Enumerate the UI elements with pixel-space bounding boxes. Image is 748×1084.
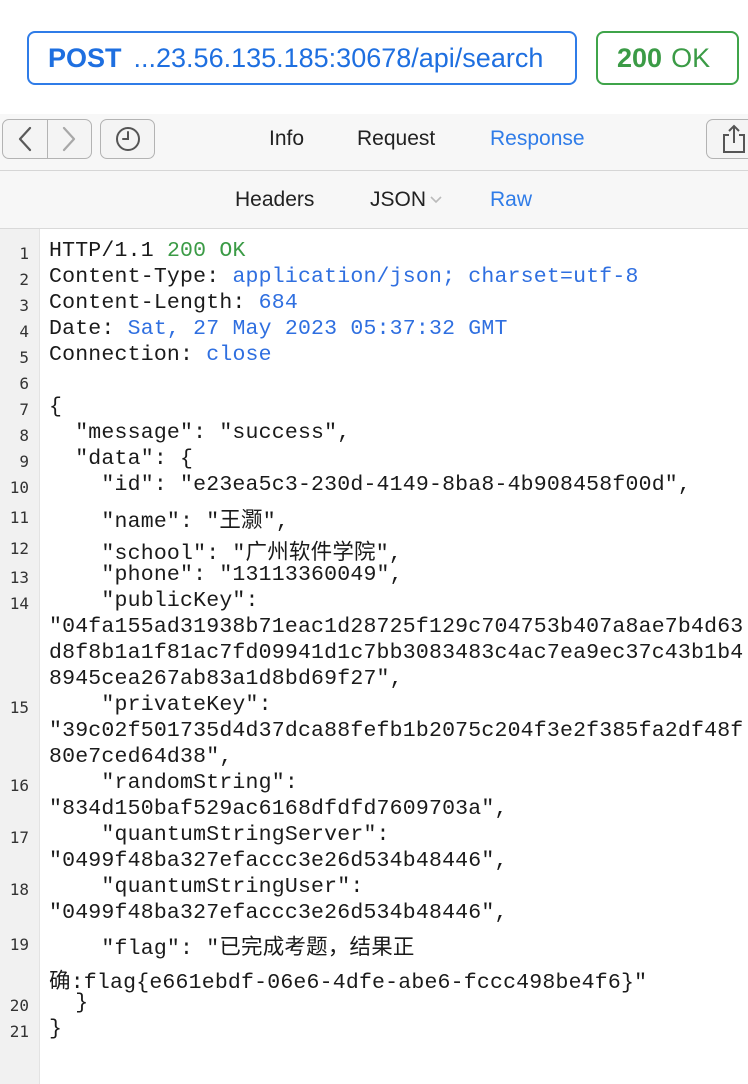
body-line: 80e7ced64d38", [49, 745, 233, 769]
line-number: 19 [9, 935, 29, 954]
header-key: Connection: [49, 343, 194, 367]
header-value: application/json; charset=utf-8 [232, 265, 639, 289]
response-status-text: OK [219, 239, 246, 263]
tab-json[interactable]: JSON [370, 188, 443, 212]
line-number: 5 [19, 348, 29, 367]
history-button[interactable] [100, 119, 155, 159]
body-line: "04fa155ad31938b71eac1d28725f129c704753b… [49, 615, 744, 639]
request-url: ...23.56.135.185:30678/api/search [133, 42, 544, 73]
line-number: 11 [9, 508, 29, 527]
response-status-code: 200 [166, 239, 207, 263]
body-line: "phone": "13113360049", [49, 563, 403, 587]
body-line: "name": "王灏", [49, 510, 289, 534]
header-date: Date: Sat, 27 May 2023 05:37:32 GMT [49, 317, 508, 341]
line-number: 15 [9, 698, 29, 717]
body-line: "privateKey": [49, 693, 272, 717]
protocol-version: HTTP/1.1 [49, 239, 154, 263]
line-number: 21 [9, 1022, 29, 1041]
header-key: Content-Type: [49, 265, 220, 289]
line-number: 17 [9, 828, 29, 847]
body-line: "school": "广州软件学院", [49, 542, 402, 566]
header-value: close [206, 343, 272, 367]
line-number: 6 [19, 374, 29, 393]
body-line: "quantumStringUser": [49, 875, 364, 899]
body-line: 确:flag{e661ebdf-06e6-4dfe-abe6-fccc498be… [49, 971, 648, 995]
line-number: 4 [19, 322, 29, 341]
header-value: Sat, 27 May 2023 05:37:32 GMT [127, 317, 508, 341]
line-number: 9 [19, 452, 29, 471]
header-content-type: Content-Type: application/json; charset=… [49, 265, 639, 289]
line-number: 8 [19, 426, 29, 445]
body-line: } [49, 1017, 63, 1041]
url-field[interactable]: POST ...23.56.135.185:30678/api/search [27, 31, 577, 85]
header-connection: Connection: close [49, 343, 272, 367]
tab-json-label: JSON [370, 188, 427, 211]
body-line: { [49, 395, 63, 419]
http-method: POST [48, 42, 122, 73]
line-number: 1 [19, 244, 29, 263]
clock-icon [115, 127, 140, 151]
status-text: OK [671, 42, 711, 73]
status-code: 200 [617, 42, 663, 73]
header-key: Date: [49, 317, 115, 341]
request-bar: POST ...23.56.135.185:30678/api/search 2… [0, 0, 748, 114]
body-line: "39c02f501735d4d37dca88fefb1b2075c204f3e… [49, 719, 744, 743]
back-button[interactable] [3, 120, 47, 158]
header-value: 684 [258, 291, 298, 315]
body-line: "0499f48ba327efaccc3e26d534b48446", [49, 901, 508, 925]
line-number: 16 [9, 776, 29, 795]
body-line: "0499f48ba327efaccc3e26d534b48446", [49, 849, 508, 873]
tab-response[interactable]: Response [490, 127, 585, 151]
line-number: 7 [19, 400, 29, 419]
body-line: "data": { [49, 447, 194, 471]
line-number: 10 [9, 478, 29, 497]
body-line: "flag": "已完成考题，结果正 [49, 937, 415, 961]
body-line: "id": "e23ea5c3-230d-4149-8ba8-4b908458f… [49, 473, 692, 497]
body-line: "publicKey": [49, 589, 259, 613]
line-number: 12 [9, 539, 29, 558]
body-line: d8f8b1a1f81ac7fd09941d1c7bb3083483c4ac7e… [49, 641, 744, 665]
status-badge[interactable]: 200 OK [596, 31, 739, 85]
body-line: 8945cea267ab83a1d8bd69f27", [49, 667, 403, 691]
forward-button[interactable] [46, 120, 92, 158]
body-line: "randomString": [49, 771, 298, 795]
tab-request[interactable]: Request [357, 127, 435, 151]
share-button[interactable] [706, 119, 748, 159]
share-icon [723, 124, 745, 153]
line-number: 14 [9, 594, 29, 613]
line-number: 20 [9, 996, 29, 1015]
tab-info[interactable]: Info [269, 127, 304, 151]
body-line: "quantumStringServer": [49, 823, 390, 847]
view-mode-bar: Headers JSON Raw [0, 171, 748, 229]
line-number: 2 [19, 270, 29, 289]
body-line: "message": "success", [49, 421, 351, 445]
chevron-down-icon [430, 196, 442, 204]
tab-raw[interactable]: Raw [490, 188, 532, 212]
line-number: 3 [19, 296, 29, 315]
tab-headers[interactable]: Headers [235, 188, 314, 212]
nav-buttons [2, 119, 92, 159]
response-raw-view[interactable]: 1 2 3 4 5 6 7 8 9 10 11 12 13 14 15 16 1… [0, 229, 748, 1084]
header-key: Content-Length: [49, 291, 246, 315]
line-number: 18 [9, 880, 29, 899]
status-line: HTTP/1.1 200 OK [49, 239, 246, 263]
body-line: "834d150baf529ac6168dfdfd7609703a", [49, 797, 508, 821]
body-line: } [49, 991, 89, 1015]
header-content-length: Content-Length: 684 [49, 291, 298, 315]
chevron-left-icon [18, 126, 31, 152]
toolbar: Info Request Response [0, 114, 748, 171]
chevron-right-icon [63, 126, 76, 152]
line-number: 13 [9, 568, 29, 587]
